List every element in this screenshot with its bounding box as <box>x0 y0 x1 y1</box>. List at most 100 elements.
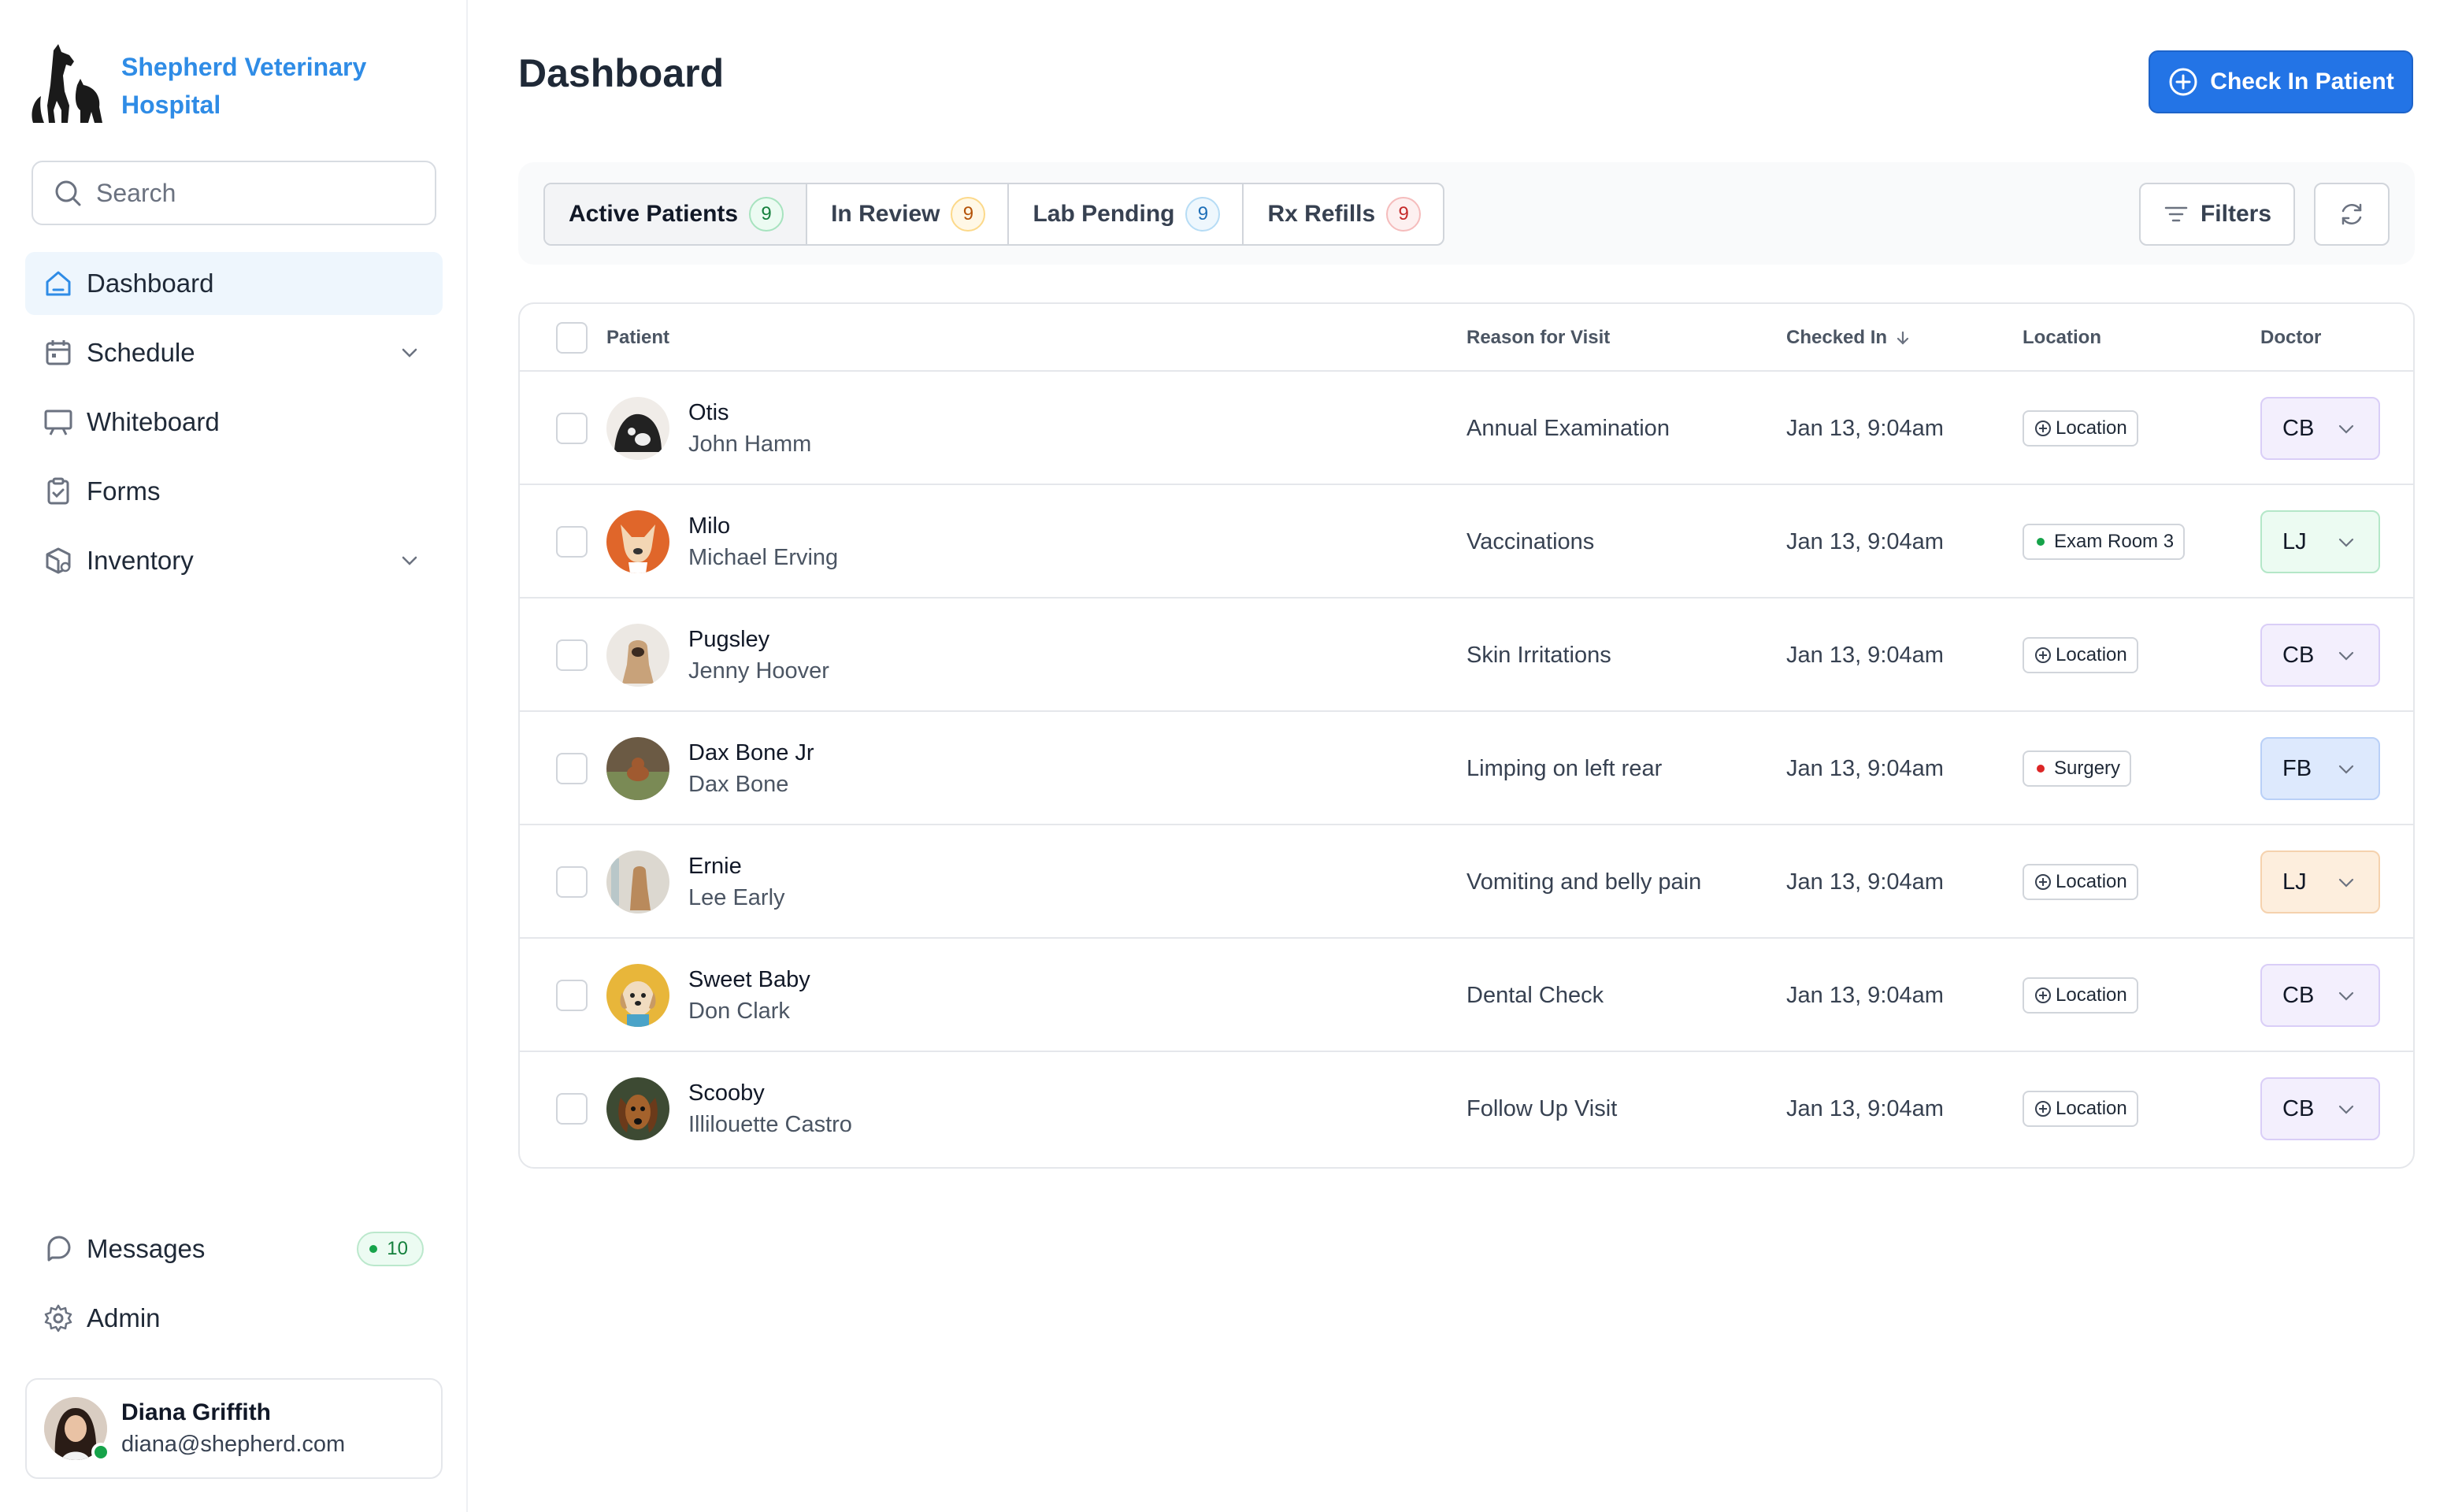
tab-count-badge: 9 <box>951 197 986 232</box>
doctor-select[interactable]: CB <box>2260 624 2380 687</box>
user-name: Diana Griffith <box>121 1399 272 1425</box>
tab-lab-pending[interactable]: Lab Pending 9 <box>1009 184 1244 244</box>
table-body: Otis John Hamm Annual Examination Jan 13, 9… <box>520 372 2413 1166</box>
check-in-patient-button[interactable]: Check In Patient <box>2149 50 2413 113</box>
brand[interactable]: Shepherd Veterinary Hospital <box>30 44 366 128</box>
sort-arrow-down-icon <box>1897 331 1909 345</box>
table-row[interactable]: Ernie Lee Early Vomiting and belly pain Jan… <box>520 825 2413 939</box>
tab-count-badge: 9 <box>1185 197 1221 232</box>
tab-rx-refills[interactable]: Rx Refills 9 <box>1244 184 1443 244</box>
checked-in-time: Jan 13, 9:04am <box>1786 642 1944 668</box>
home-icon <box>46 271 71 296</box>
header-checked-in[interactable]: Checked In <box>1786 304 1912 372</box>
plus-circle-icon <box>2035 647 2051 663</box>
checked-in-time: Jan 13, 9:04am <box>1786 869 1944 895</box>
visit-reason: Skin Irritations <box>1466 642 1611 668</box>
pet-name[interactable]: Pugsley <box>688 624 829 655</box>
doctor-select[interactable]: LJ <box>2260 850 2380 914</box>
pet-name[interactable]: Sweet Baby <box>688 964 810 995</box>
pet-name[interactable]: Ernie <box>688 850 785 882</box>
row-checkbox[interactable] <box>556 753 588 784</box>
row-checkbox[interactable] <box>556 1093 588 1125</box>
chevron-down-icon[interactable] <box>397 548 422 573</box>
row-checkbox[interactable] <box>556 413 588 444</box>
tab-in-review[interactable]: In Review 9 <box>807 184 1010 244</box>
pet-name[interactable]: Milo <box>688 510 838 542</box>
brand-name-line2: Hospital <box>121 91 221 119</box>
table-row[interactable]: Pugsley Jenny Hoover Skin Irritations Jan 1… <box>520 598 2413 712</box>
header-patient[interactable]: Patient <box>606 304 669 372</box>
user-card[interactable]: Diana Griffith diana@shepherd.com <box>25 1378 443 1479</box>
chevron-down-icon <box>2338 538 2354 547</box>
nav-label: Forms <box>87 476 161 506</box>
location-chip[interactable]: Location <box>2023 977 2138 1014</box>
doctor-select[interactable]: CB <box>2260 964 2380 1027</box>
table-row[interactable]: Dax Bone Jr Dax Bone Limping on left rear J… <box>520 712 2413 825</box>
location-chip[interactable]: Exam Room 3 <box>2023 524 2186 560</box>
chevron-down-icon <box>2338 651 2354 661</box>
nav-item-dashboard[interactable]: Dashboard <box>25 252 443 315</box>
location-chip[interactable]: Location <box>2023 864 2138 900</box>
page-title: Dashboard <box>518 51 725 95</box>
refresh-icon <box>2341 203 2362 225</box>
filter-lines-icon <box>2164 206 2188 222</box>
pet-avatar <box>606 737 669 800</box>
doctor-select[interactable]: LJ <box>2260 510 2380 573</box>
filters-button[interactable]: Filters <box>2139 183 2295 246</box>
header-location[interactable]: Location <box>2023 304 2101 372</box>
chevron-down-icon[interactable] <box>397 340 422 365</box>
location-chip[interactable]: Location <box>2023 1091 2138 1127</box>
patient-tabs: Active Patients 9 In Review 9 Lab Pending 9… <box>543 183 1445 246</box>
owner-name: Illilouette Castro <box>688 1112 852 1137</box>
pet-name[interactable]: Scooby <box>688 1077 852 1109</box>
pet-name[interactable]: Dax Bone Jr <box>688 737 814 769</box>
nav-item-schedule[interactable]: Schedule <box>25 321 443 384</box>
online-status-indicator <box>91 1443 110 1462</box>
row-checkbox[interactable] <box>556 639 588 671</box>
pet-avatar <box>606 1077 669 1140</box>
location-chip[interactable]: Location <box>2023 410 2138 447</box>
refresh-button[interactable] <box>2314 183 2390 246</box>
main-content: Dashboard Check In Patient Active Patien… <box>468 0 2462 1512</box>
checked-in-time: Jan 13, 9:04am <box>1786 1095 1944 1121</box>
doctor-select[interactable]: FB <box>2260 737 2380 800</box>
tab-count-badge: 9 <box>1386 197 1422 232</box>
visit-reason: Limping on left rear <box>1466 755 1663 781</box>
user-email: diana@shepherd.com <box>121 1432 346 1457</box>
pet-avatar <box>606 850 669 914</box>
calendar-icon <box>46 340 71 365</box>
search-input[interactable] <box>96 178 411 208</box>
row-checkbox[interactable] <box>556 526 588 558</box>
checked-in-time: Jan 13, 9:04am <box>1786 528 1944 554</box>
table-row[interactable]: Sweet Baby Don Clark Dental Check Jan 13, 9… <box>520 939 2413 1052</box>
nav-item-admin[interactable]: Admin <box>25 1287 443 1350</box>
table-row[interactable]: Milo Michael Erving Vaccinations Jan 13, 9:… <box>520 485 2413 598</box>
sidebar: Shepherd Veterinary Hospital Dashboard S… <box>0 0 468 1512</box>
nav-item-inventory[interactable]: Inventory <box>25 529 443 592</box>
nav-item-whiteboard[interactable]: Whiteboard <box>25 391 443 454</box>
visit-reason: Vomiting and belly pain <box>1466 869 1702 895</box>
location-chip[interactable]: Location <box>2023 637 2138 673</box>
row-checkbox[interactable] <box>556 980 588 1011</box>
chevron-down-icon <box>2338 424 2354 434</box>
dog-cat-logo-icon <box>32 44 102 123</box>
table-row[interactable]: Otis John Hamm Annual Examination Jan 13, 9… <box>520 372 2413 485</box>
doctor-select[interactable]: CB <box>2260 397 2380 460</box>
select-all-checkbox[interactable] <box>556 322 588 354</box>
location-chip[interactable]: Surgery <box>2023 750 2132 787</box>
gear-icon <box>44 1304 72 1332</box>
header-reason[interactable]: Reason for Visit <box>1466 304 1610 372</box>
presentation-icon <box>44 410 72 435</box>
box-search-icon <box>46 547 71 574</box>
visit-reason: Annual Examination <box>1466 415 1670 441</box>
table-row[interactable]: Scooby Illilouette Castro Follow Up Visit J… <box>520 1052 2413 1166</box>
nav-item-messages[interactable]: Messages 10 <box>25 1217 443 1280</box>
row-checkbox[interactable] <box>556 866 588 898</box>
doctor-select[interactable]: CB <box>2260 1077 2380 1140</box>
tab-active-patients[interactable]: Active Patients 9 <box>545 184 808 244</box>
nav-item-forms[interactable]: Forms <box>25 460 443 523</box>
pet-name[interactable]: Otis <box>688 397 811 428</box>
search-box[interactable] <box>32 161 436 225</box>
nav-label: Admin <box>87 1303 161 1332</box>
header-doctor[interactable]: Doctor <box>2260 304 2321 372</box>
